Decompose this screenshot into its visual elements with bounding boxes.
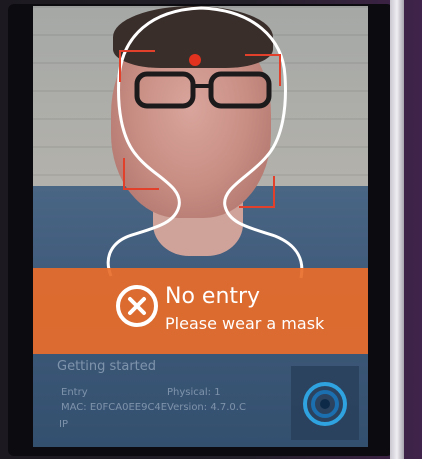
status-message: Please wear a mask <box>165 314 325 333</box>
info-device-label: Entry <box>61 387 88 398</box>
info-ip: IP <box>59 419 68 430</box>
info-version: Version: 4.7.0.C <box>167 402 246 413</box>
info-mac: MAC: E0FCA0EE9C4E <box>61 402 168 413</box>
status-title: No entry <box>165 284 261 309</box>
target-corner-top-right <box>245 54 281 86</box>
device-edge <box>390 0 404 459</box>
camera-lens-icon <box>303 382 347 426</box>
camera-switch-button[interactable] <box>291 366 359 440</box>
target-corner-bottom-right <box>239 176 275 208</box>
device-info-panel: Getting started Entry MAC: E0FCA0EE9C4E … <box>39 356 289 446</box>
face-center-dot <box>189 54 201 66</box>
info-physical: Physical: 1 <box>167 387 221 398</box>
close-circle-icon <box>116 285 158 327</box>
target-corner-bottom-left <box>123 158 159 190</box>
target-corner-top-left <box>119 50 155 82</box>
info-heading: Getting started <box>57 359 157 374</box>
kiosk-screen: No entry Please wear a mask Getting star… <box>33 6 368 447</box>
status-banner: No entry Please wear a mask <box>33 268 368 354</box>
